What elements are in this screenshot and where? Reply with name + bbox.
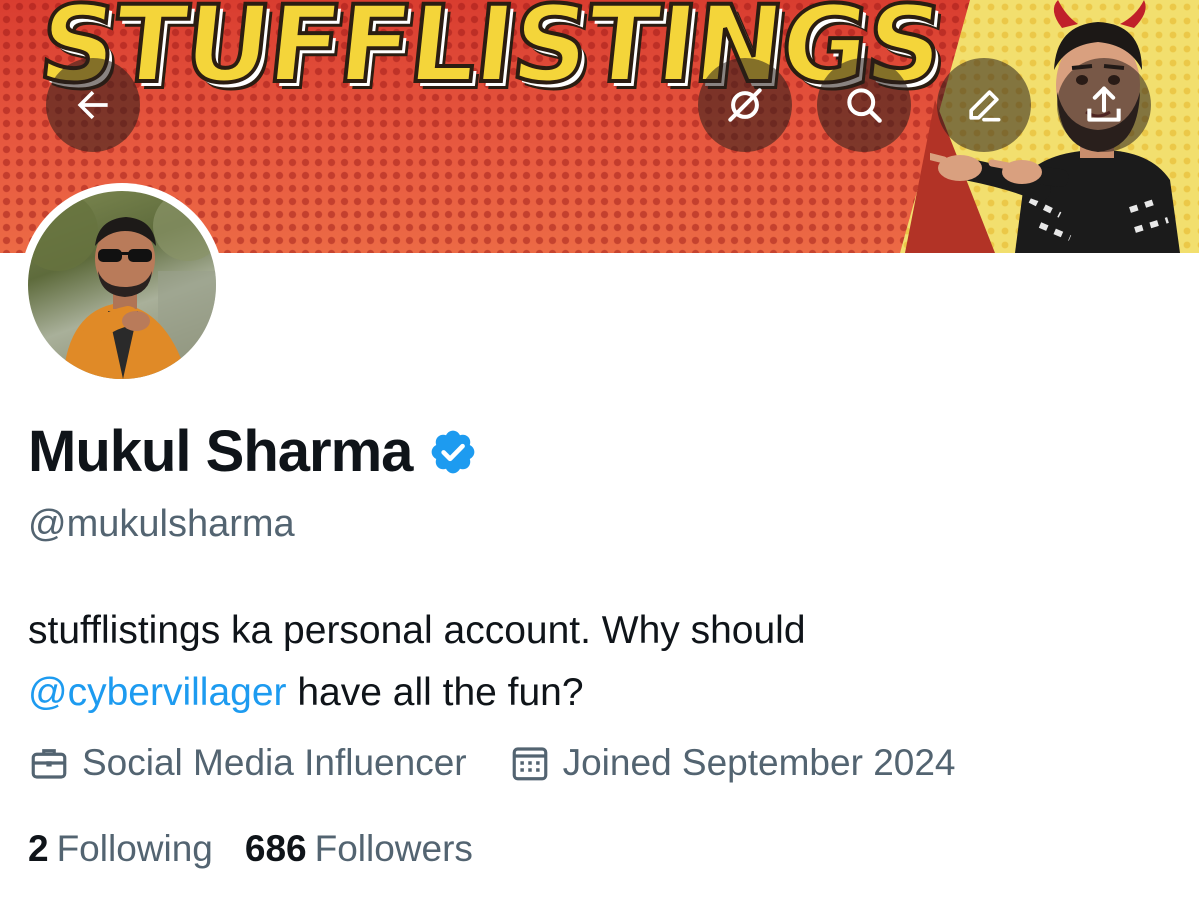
following-label: Following — [56, 828, 213, 869]
briefcase-icon — [31, 749, 67, 779]
profession-label: Social Media Influencer — [82, 742, 467, 783]
following-link[interactable]: 2 Following — [28, 828, 213, 870]
bio-mention-link[interactable]: @cybervillager — [28, 671, 287, 714]
grok-button[interactable] — [698, 58, 792, 152]
followers-count: 686 — [244, 828, 307, 869]
follow-stats: 2 Following 686 Followers — [28, 828, 505, 870]
followers-label: Followers — [314, 828, 473, 869]
edit-icon — [969, 90, 1001, 122]
search-icon — [847, 88, 882, 123]
profile-bio: stufflistings ka personal account. Why s… — [28, 600, 1168, 724]
joined-item: Joined September 2024 — [509, 742, 956, 784]
following-count: 2 — [28, 828, 49, 869]
avatar[interactable] — [20, 183, 224, 387]
display-name: Mukul Sharma — [28, 419, 413, 484]
verified-badge-icon[interactable] — [428, 427, 478, 477]
back-arrow-icon — [77, 90, 108, 120]
back-button[interactable] — [46, 58, 140, 152]
banner-logo: STUFFLISTINGS — [32, 0, 950, 108]
calendar-icon — [512, 747, 547, 781]
followers-link[interactable]: 686 Followers — [245, 828, 473, 870]
share-button[interactable] — [1057, 58, 1151, 152]
search-button[interactable] — [817, 58, 911, 152]
username-handle: @mukulsharma — [28, 503, 295, 545]
profile-page: STUFFLISTINGS Mukul Sharma @mukulsharma … — [0, 0, 1199, 915]
profile-meta: Social Media Influencer Joined September… — [28, 742, 998, 784]
grok-icon — [728, 88, 762, 122]
edit-button[interactable] — [937, 58, 1031, 152]
bio-text-end: have all the fun? — [286, 671, 584, 714]
name-row: Mukul Sharma — [28, 418, 478, 485]
bio-text: stufflistings ka personal account. Why s… — [28, 609, 806, 652]
share-icon — [1087, 86, 1121, 122]
avatar-photo — [28, 191, 216, 379]
joined-label: Joined September 2024 — [562, 742, 956, 783]
profession-item: Social Media Influencer — [28, 742, 467, 784]
